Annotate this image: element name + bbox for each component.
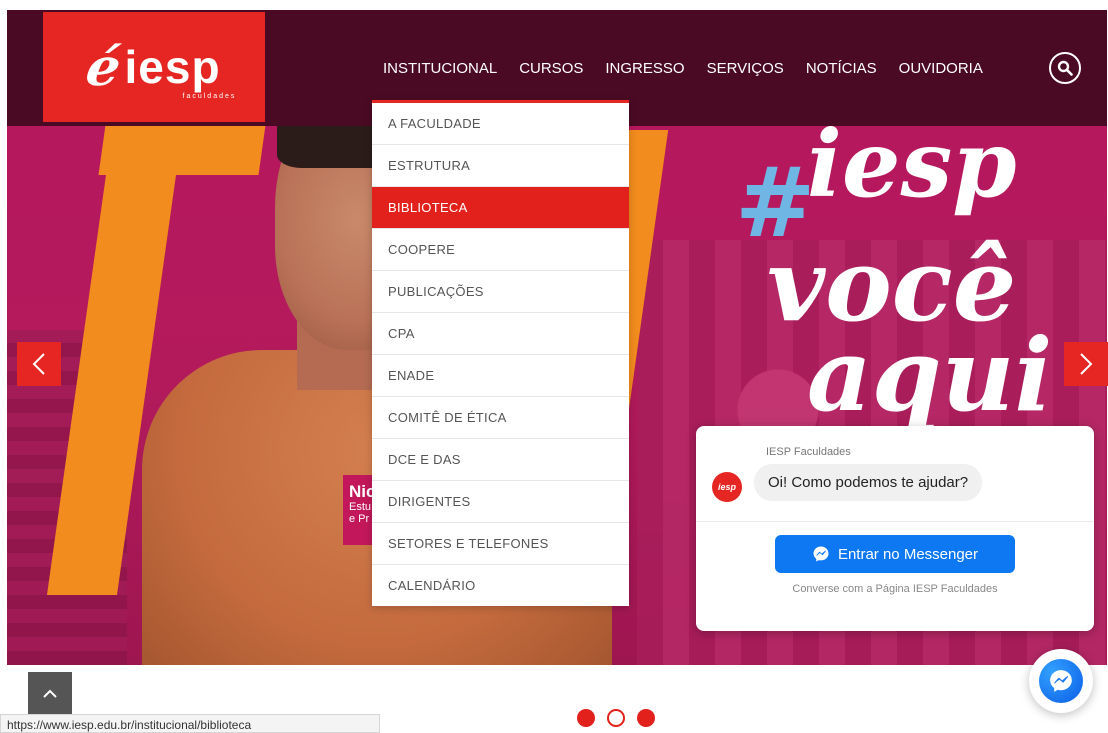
messenger-page-name: IESP Faculdades bbox=[766, 446, 851, 458]
dropdown-item-biblioteca[interactable]: BIBLIOTECA bbox=[372, 187, 629, 229]
orange-bracket-left-top bbox=[98, 125, 266, 175]
messenger-note: Converse com a Página IESP Faculdades bbox=[792, 583, 998, 595]
messenger-fab-inner bbox=[1039, 659, 1083, 703]
slider-dot-3[interactable] bbox=[637, 709, 655, 727]
slogan-word-iesp: iesp bbox=[807, 110, 1017, 218]
messenger-page-avatar: iesp bbox=[712, 472, 742, 502]
dropdown-item-dirigentes[interactable]: DIRIGENTES bbox=[372, 481, 629, 523]
messenger-greeting-bubble: Oi! Como podemos te ajudar? bbox=[754, 464, 983, 501]
logo-wordmark: iesp bbox=[124, 41, 221, 93]
slider-pagination bbox=[577, 709, 655, 727]
search-button[interactable] bbox=[1049, 52, 1081, 84]
search-icon bbox=[1057, 60, 1073, 76]
nav-ingresso[interactable]: INGRESSO bbox=[605, 60, 684, 77]
logo-mark: é bbox=[82, 36, 126, 98]
nav-cursos[interactable]: CURSOS bbox=[519, 60, 583, 77]
slider-dot-1[interactable] bbox=[577, 709, 595, 727]
slider-next-button[interactable] bbox=[1064, 342, 1108, 386]
page: Nic Estu e Pr # iesp você aqui é iesp fa… bbox=[0, 0, 1108, 733]
dropdown-item-enade[interactable]: ENADE bbox=[372, 355, 629, 397]
nav-ouvidoria[interactable]: OUVIDORIA bbox=[899, 60, 983, 77]
messenger-floating-button[interactable] bbox=[1029, 649, 1093, 713]
logo-text: iesp faculdades bbox=[124, 40, 235, 100]
dropdown-item-cpa[interactable]: CPA bbox=[372, 313, 629, 355]
enter-messenger-label: Entrar no Messenger bbox=[837, 545, 979, 563]
nav-institucional[interactable]: INSTITUCIONAL bbox=[383, 60, 497, 77]
nav-servicos[interactable]: SERVIÇOS bbox=[707, 60, 784, 77]
institucional-dropdown: A FACULDADE ESTRUTURA BIBLIOTECA COOPERE… bbox=[372, 100, 629, 606]
scroll-to-top-button[interactable] bbox=[28, 672, 72, 716]
messenger-chat-header: IESP Faculdades iesp Oi! Como podemos te… bbox=[696, 426, 1094, 522]
dropdown-item-comite-de-etica[interactable]: COMITÊ DE ÉTICA bbox=[372, 397, 629, 439]
dropdown-item-coopere[interactable]: COOPERE bbox=[372, 229, 629, 271]
chevron-up-icon bbox=[43, 689, 57, 698]
main-nav: INSTITUCIONAL CURSOS INGRESSO SERVIÇOS N… bbox=[383, 60, 983, 77]
site-logo[interactable]: é iesp faculdades bbox=[43, 12, 265, 122]
slider-dot-2[interactable] bbox=[607, 709, 625, 727]
slogan-word-aqui: aqui bbox=[807, 316, 1053, 434]
chevron-left-icon bbox=[32, 353, 45, 375]
messenger-icon bbox=[813, 546, 829, 562]
chevron-right-icon bbox=[1080, 353, 1093, 375]
dropdown-item-estrutura[interactable]: ESTRUTURA bbox=[372, 145, 629, 187]
dropdown-item-dce-e-das[interactable]: DCE E DAS bbox=[372, 439, 629, 481]
browser-status-url: https://www.iesp.edu.br/institucional/bi… bbox=[0, 714, 380, 733]
messenger-chat-widget: IESP Faculdades iesp Oi! Como podemos te… bbox=[696, 426, 1094, 631]
dropdown-item-setores-e-telefones[interactable]: SETORES E TELEFONES bbox=[372, 523, 629, 565]
hero-slogan: # iesp você aqui bbox=[727, 110, 1052, 430]
messenger-fab-icon bbox=[1050, 670, 1072, 692]
nav-noticias[interactable]: NOTÍCIAS bbox=[806, 60, 877, 77]
slider-prev-button[interactable] bbox=[17, 342, 61, 386]
dropdown-item-calendario[interactable]: CALENDÁRIO bbox=[372, 565, 629, 606]
logo-subtitle: faculdades bbox=[182, 93, 237, 100]
enter-messenger-button[interactable]: Entrar no Messenger bbox=[775, 535, 1015, 573]
dropdown-item-publicacoes[interactable]: PUBLICAÇÕES bbox=[372, 271, 629, 313]
dropdown-item-a-faculdade[interactable]: A FACULDADE bbox=[372, 103, 629, 145]
